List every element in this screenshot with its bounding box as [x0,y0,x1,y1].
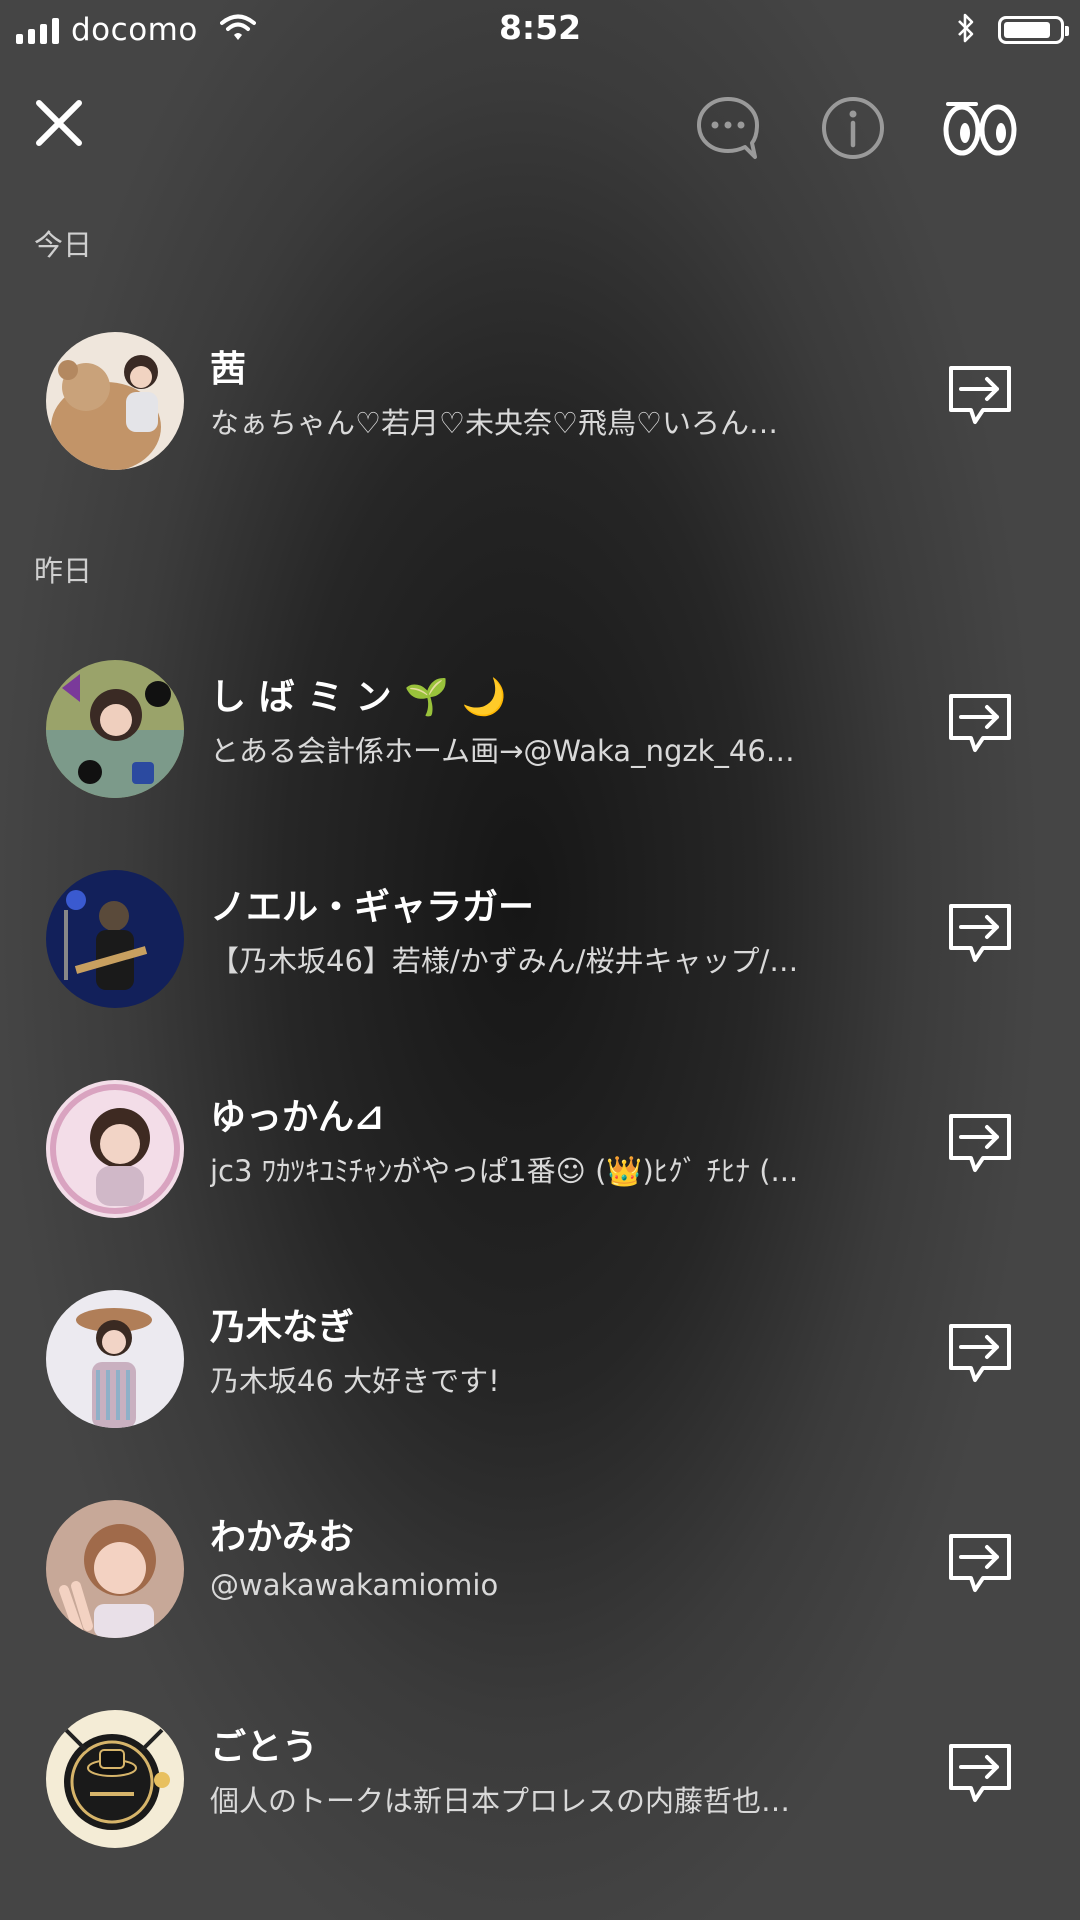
friend-name: し ば ミ ン 🌱 🌙 [210,677,507,718]
share-message-icon [949,904,1011,962]
friend-row[interactable]: ごとう 個人のトークは新日本プロレスの内藤哲也… [0,1700,1080,1860]
friend-name: ゆっかん⊿ [210,1097,385,1138]
share-button[interactable] [945,1528,1015,1598]
close-icon [36,100,82,146]
friend-status-message: なぁちゃん♡若月♡未央奈♡飛鳥♡いろん… [210,406,778,440]
friend-name: 茜 [210,349,247,390]
friend-status-message: とある会計係ホーム画→@Waka_ngzk_46… [210,734,795,768]
friend-name: ノエル・ギャラガー [210,887,535,928]
info-icon [822,97,884,159]
share-button[interactable] [945,898,1015,968]
info-button[interactable] [815,90,891,166]
eyes-icon [943,102,1017,156]
friend-row[interactable]: 乃木なぎ 乃木坂46 大好きです! [0,1280,1080,1440]
friend-row[interactable]: し ば ミ ン 🌱 🌙 とある会計係ホーム画→@Waka_ngzk_46… [0,650,1080,810]
chat-button[interactable] [690,90,766,166]
section-label-yesterday: 昨日 [34,554,93,588]
section-label-today: 今日 [34,228,93,262]
share-message-icon [949,1744,1011,1802]
friend-row[interactable]: 茜 なぁちゃん♡若月♡未央奈♡飛鳥♡いろん… [0,322,1080,482]
battery-icon [998,16,1069,44]
avatar [46,1290,184,1428]
share-message-icon [949,1114,1011,1172]
share-message-icon [949,694,1011,752]
bluetooth-icon [956,12,976,48]
share-button[interactable] [945,1738,1015,1808]
watch-button[interactable] [940,88,1020,168]
share-message-icon [949,1534,1011,1592]
share-message-icon [949,1324,1011,1382]
status-bar-right [956,10,1069,50]
share-button[interactable] [945,360,1015,430]
share-message-icon [949,366,1011,424]
share-button[interactable] [945,1108,1015,1178]
friend-name: ごとう [210,1727,319,1768]
friend-row[interactable]: ノエル・ギャラガー 【乃木坂46】若様/かずみん/桜井キャップ/… [0,860,1080,1020]
status-bar: docomo 8:52 [0,0,1080,58]
avatar [46,870,184,1008]
battery-fill [1004,22,1050,38]
close-button[interactable] [26,90,92,156]
friend-status-message: jc3 ﾜｶﾂｷﾕﾐﾁｬﾝがやっぱ1番☺ (👑)ﾋｸﾞ ﾁﾋﾅ (... [210,1154,799,1188]
share-button[interactable] [945,1318,1015,1388]
avatar [46,332,184,470]
friend-name: 乃木なぎ [210,1307,355,1348]
friend-row[interactable]: ゆっかん⊿ jc3 ﾜｶﾂｷﾕﾐﾁｬﾝがやっぱ1番☺ (👑)ﾋｸﾞ ﾁﾋﾅ (.… [0,1070,1080,1230]
friend-status-message: 【乃木坂46】若様/かずみん/桜井キャップ/… [210,944,799,978]
avatar [46,660,184,798]
avatar [46,1500,184,1638]
clock: 8:52 [498,8,582,47]
friend-row[interactable]: わかみお @wakawakamiomio [0,1490,1080,1650]
avatar [46,1080,184,1218]
top-action-bar [0,70,1080,180]
avatar [46,1710,184,1848]
friend-name: わかみお [210,1517,355,1558]
friend-status-message: 個人のトークは新日本プロレスの内藤哲也… [210,1784,791,1818]
share-button[interactable] [945,688,1015,758]
friend-status-message: @wakawakamiomio [210,1568,499,1602]
chat-bubble-icon [697,97,759,159]
friend-status-message: 乃木坂46 大好きです! [210,1364,500,1398]
